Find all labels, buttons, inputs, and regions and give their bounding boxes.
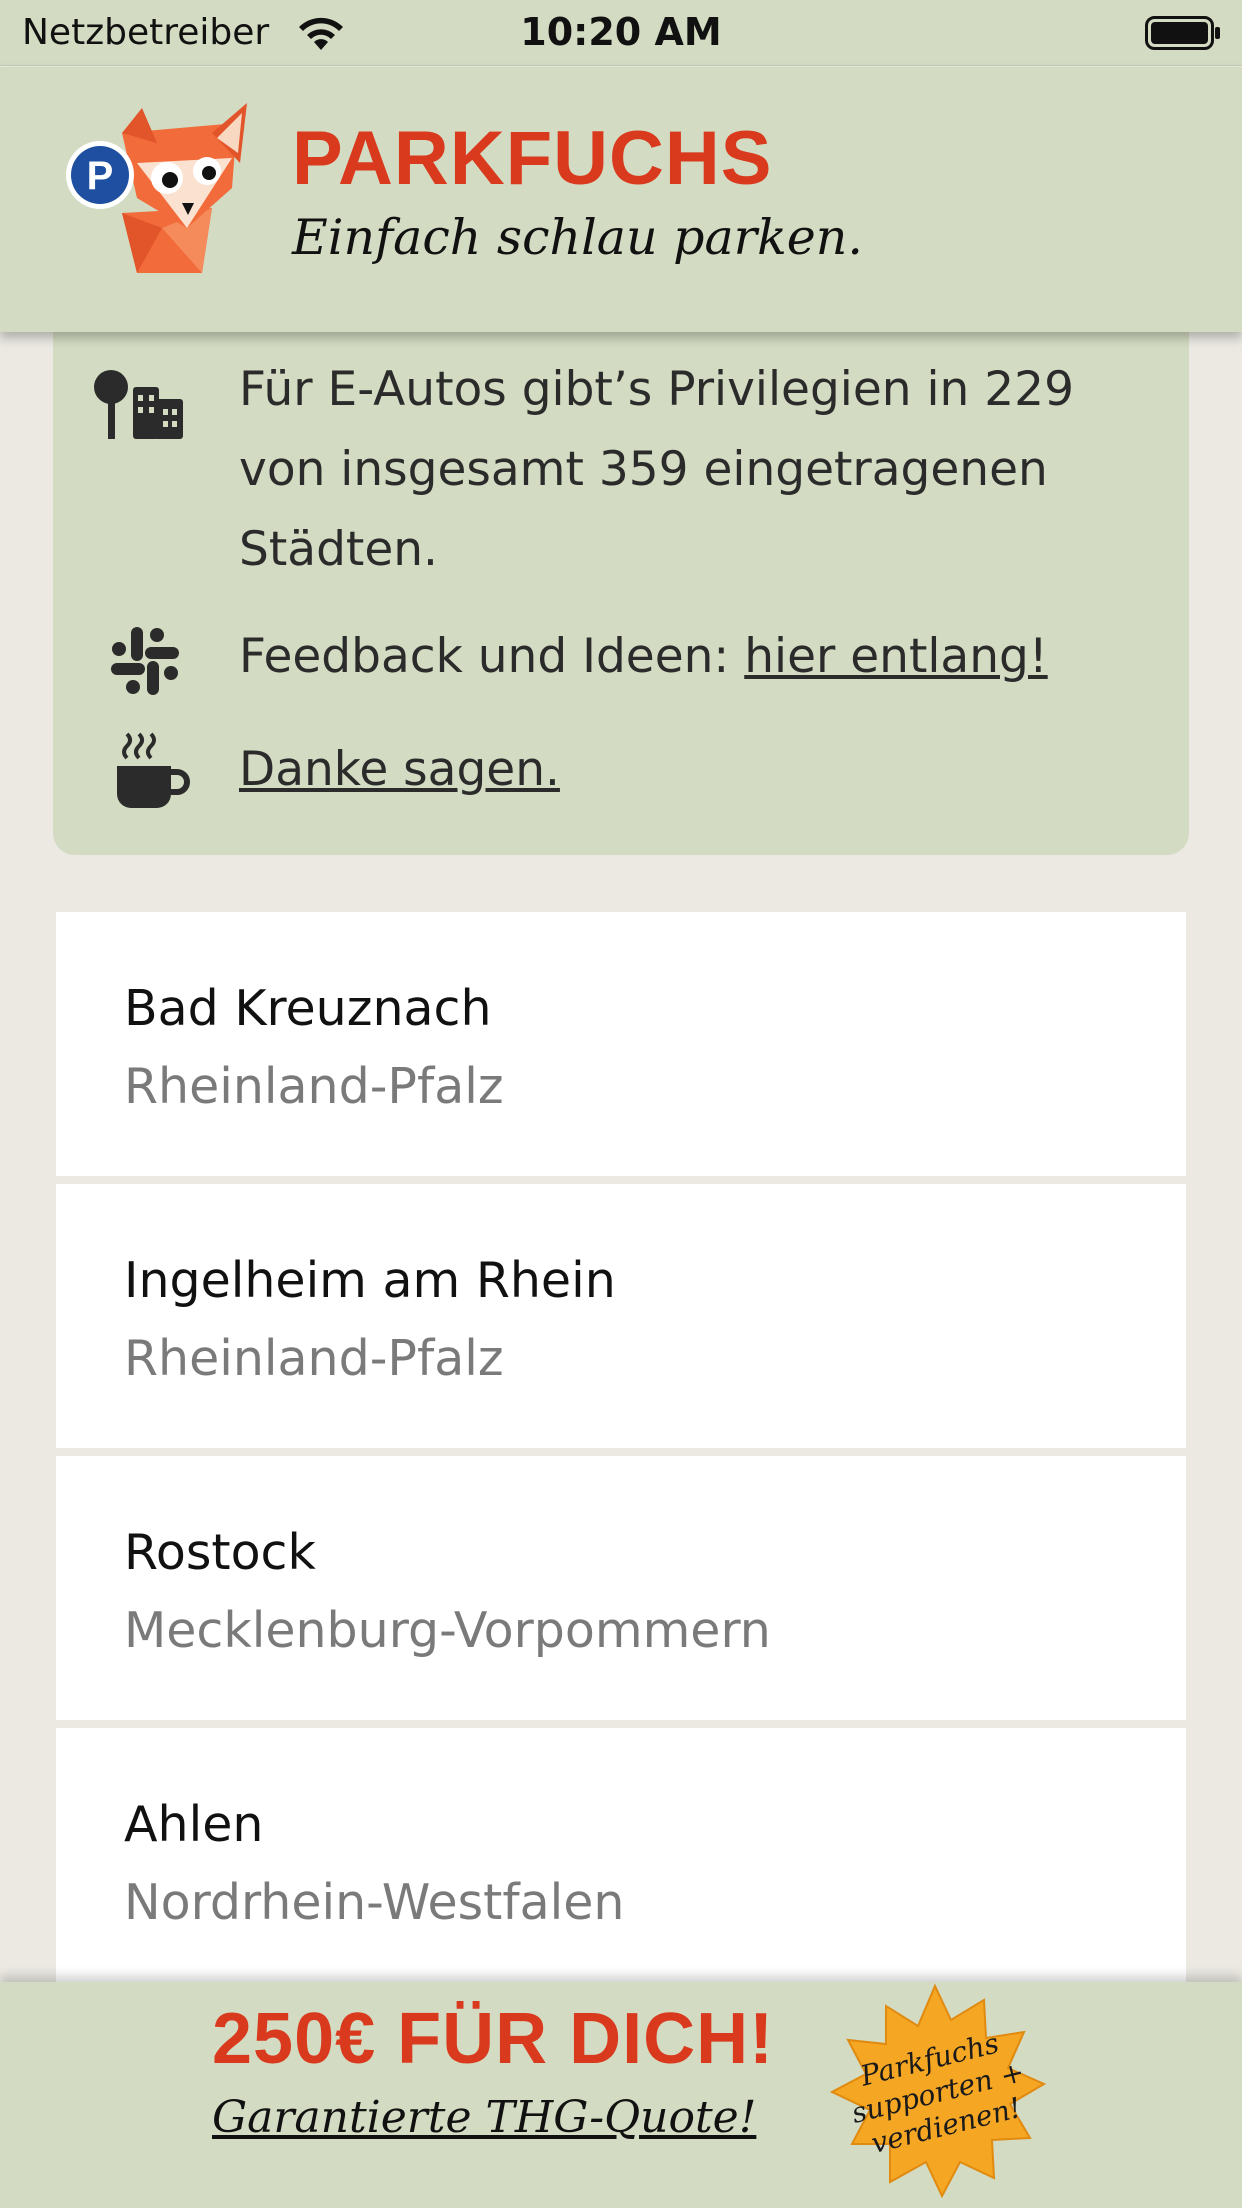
city-state: Mecklenburg-Vorpommern <box>124 1602 771 1659</box>
list-item[interactable]: Ingelheim am Rhein Rheinland-Pfalz <box>56 1184 1186 1448</box>
info-card: Für E-Autos gibt’s Privilegien in 229 vo… <box>53 300 1189 855</box>
battery-icon <box>1145 16 1220 50</box>
svg-text:P: P <box>87 154 114 198</box>
thanks-link[interactable]: Danke sagen. <box>239 742 560 797</box>
banner-headline: 250€ FÜR DICH! <box>212 1999 775 2079</box>
list-item[interactable]: Bad Kreuznach Rheinland-Pfalz <box>56 912 1186 1176</box>
fox-logo: P <box>66 103 247 273</box>
thg-banner[interactable]: 250€ FÜR DICH! Garantierte THG-Quote! Pa… <box>0 1982 1242 2208</box>
city-state: Nordrhein-Westfalen <box>124 1874 625 1931</box>
list-item[interactable]: Rostock Mecklenburg-Vorpommern <box>56 1456 1186 1720</box>
app-header: P PARKFUCHS Einfach schlau parken. <box>0 67 1242 332</box>
city-state: Rheinland-Pfalz <box>124 1058 504 1115</box>
city-state: Rheinland-Pfalz <box>124 1330 504 1387</box>
city-icon <box>94 370 183 439</box>
city-name: Ahlen <box>124 1796 264 1853</box>
brand-title: PARKFUCHS <box>292 116 773 201</box>
privileges-text: Für E-Autos gibt’s Privilegien in 229 vo… <box>239 362 1074 577</box>
feedback-prefix: Feedback und Ideen: <box>239 629 745 684</box>
coffee-icon <box>117 732 190 808</box>
banner-subline[interactable]: Garantierte THG-Quote! <box>212 2092 756 2143</box>
slack-icon <box>111 627 179 695</box>
feedback-link[interactable]: hier entlang! <box>744 629 1047 684</box>
city-name: Rostock <box>124 1524 316 1581</box>
city-name: Bad Kreuznach <box>124 980 492 1037</box>
status-bar: Netzbetreiber 10:20 AM <box>0 0 1242 66</box>
brand-tagline: Einfach schlau parken. <box>292 209 863 266</box>
list-item[interactable]: Ahlen Nordrhein-Westfalen <box>56 1728 1186 1992</box>
thanks-link-wrap: Danke sagen. <box>239 730 560 810</box>
feedback-text: Feedback und Ideen: hier entlang! <box>239 617 1048 697</box>
city-name: Ingelheim am Rhein <box>124 1252 616 1309</box>
screen: Netzbetreiber 10:20 AM P PARKFUCHS Einfa… <box>0 0 1242 2208</box>
city-list: Bad Kreuznach Rheinland-Pfalz Ingelheim … <box>56 912 1186 2000</box>
clock: 10:20 AM <box>520 10 722 54</box>
